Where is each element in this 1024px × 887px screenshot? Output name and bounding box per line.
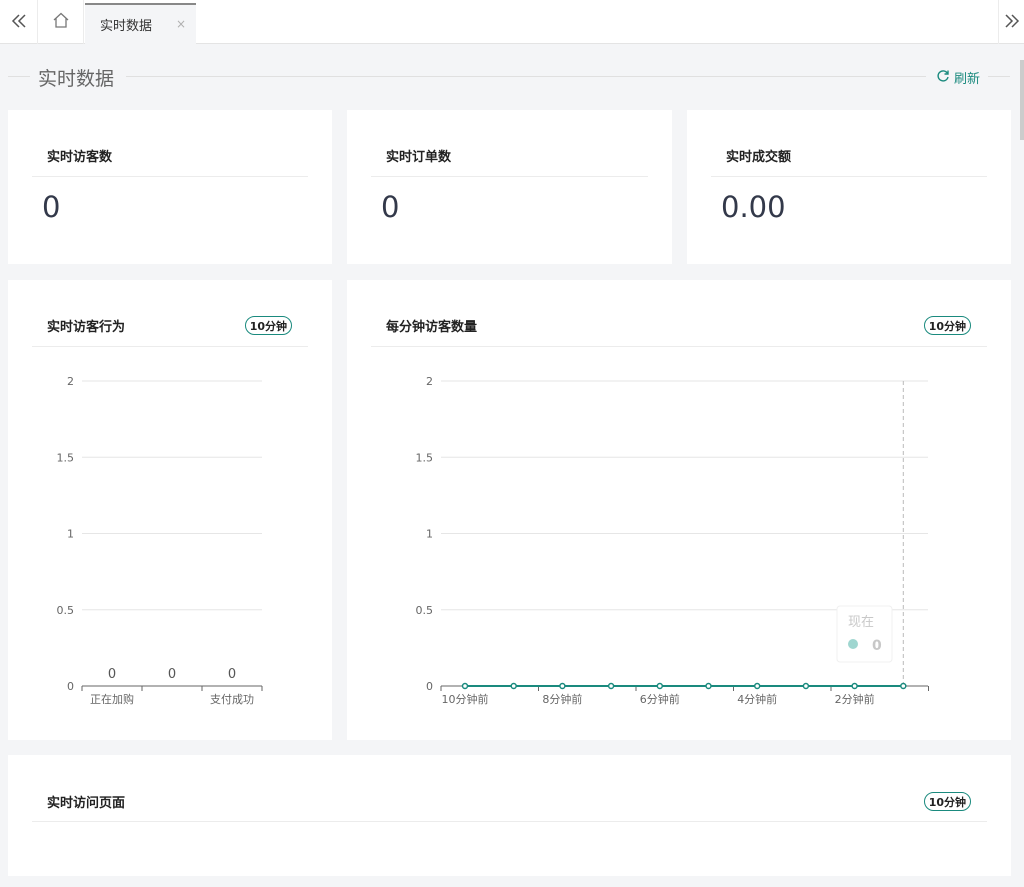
stat-title: 实时订单数 <box>386 150 452 165</box>
data-point <box>461 682 469 690</box>
data-point <box>900 682 907 690</box>
home-tab-button[interactable] <box>38 0 84 44</box>
tab-label: 实时数据 <box>100 19 153 34</box>
divider <box>126 76 926 77</box>
y-tick-label: 0.5 <box>416 604 434 617</box>
scroll-tabs-right-button[interactable] <box>998 0 1024 44</box>
tooltip-value: 0 <box>872 638 882 654</box>
x-tick-label: 8分钟前 <box>542 692 582 706</box>
x-tick-label: 6分钟前 <box>640 692 680 706</box>
stat-card-visitors: 实时访客数 0 <box>8 110 332 264</box>
panel-title: 实时访问页面 <box>47 796 126 811</box>
refresh-icon <box>936 69 950 87</box>
data-point <box>510 682 517 690</box>
visitor-behavior-chart: 0 0.5 1 1.5 2 0 正在加购 0 0 支付成功 <box>57 375 263 706</box>
stat-value: 0.00 <box>721 190 786 224</box>
y-tick-label: 1.5 <box>416 451 434 464</box>
y-tick-label: 1.5 <box>57 451 75 464</box>
realtime-pages-card: 实时访问页面 10分钟 <box>8 755 1011 876</box>
divider <box>32 176 308 177</box>
x-tick-label: 支付成功 <box>210 693 254 706</box>
divider <box>711 176 987 177</box>
scroll-tabs-left-button[interactable] <box>0 0 38 44</box>
y-tick-label: 2 <box>426 375 433 388</box>
x-tick-label: 10分钟前 <box>442 692 489 706</box>
stat-card-turnover: 实时成交额 0.00 <box>687 110 1011 264</box>
tab-realtime-data[interactable]: 实时数据 × <box>85 3 196 44</box>
tab-bar: 实时数据 × <box>0 0 1024 44</box>
x-tick-label: 2分钟前 <box>835 692 875 706</box>
divider <box>371 176 648 177</box>
home-icon <box>52 12 70 32</box>
bar-value-label: 0 <box>108 667 116 682</box>
stat-title: 实时成交额 <box>726 150 792 165</box>
y-tick-label: 0 <box>426 680 433 693</box>
data-point <box>851 682 858 690</box>
data-point <box>705 682 712 690</box>
divider <box>8 76 30 77</box>
x-tick-label: 4分钟前 <box>737 692 777 706</box>
close-icon[interactable]: × <box>176 17 186 31</box>
visitor-behavior-card: 实时访客行为 10分钟 0 0.5 1 1.5 2 0 正在加购 0 0 支付成功 <box>8 280 332 740</box>
tooltip-marker <box>848 639 858 649</box>
scrollbar[interactable] <box>1020 60 1024 140</box>
double-chevron-right-icon <box>1004 13 1020 32</box>
divider <box>32 821 987 822</box>
stat-value: 0 <box>42 190 61 224</box>
y-tick-label: 0.5 <box>57 604 75 617</box>
visitors-per-minute-chart: 0 0.5 1 1.5 2 10分钟前 8分钟前 6分钟前 4分钟前 2分钟前 现在 0 <box>416 375 929 706</box>
y-tick-label: 1 <box>426 528 433 541</box>
y-tick-label: 1 <box>67 528 74 541</box>
bar-value-label: 0 <box>228 667 236 682</box>
double-chevron-left-icon <box>11 13 27 32</box>
data-point <box>656 682 664 690</box>
time-range-badge[interactable]: 10分钟 <box>923 792 971 811</box>
page-title: 实时数据 <box>38 68 115 90</box>
data-point <box>802 682 810 690</box>
data-point <box>753 682 761 690</box>
visitors-per-minute-card: 每分钟访客数量 10分钟 0 0.5 1 1.5 2 10分钟前 8分钟前 6分钟前 4分钟前 2… <box>347 280 1011 740</box>
y-tick-label: 2 <box>67 375 74 388</box>
refresh-label: 刷新 <box>953 72 980 87</box>
data-point <box>607 682 615 690</box>
tooltip-label: 现在 <box>848 615 874 630</box>
stat-card-orders: 实时订单数 0 <box>347 110 672 264</box>
section-header: 实时数据 刷新 <box>8 60 1010 92</box>
y-tick-label: 0 <box>67 680 74 693</box>
stat-title: 实时访客数 <box>47 150 113 165</box>
bar-value-label: 0 <box>168 667 176 682</box>
divider <box>988 76 1010 77</box>
stat-value: 0 <box>381 190 400 224</box>
data-point <box>559 682 566 690</box>
x-tick-label: 正在加购 <box>90 692 134 706</box>
refresh-button[interactable]: 刷新 <box>936 68 980 87</box>
